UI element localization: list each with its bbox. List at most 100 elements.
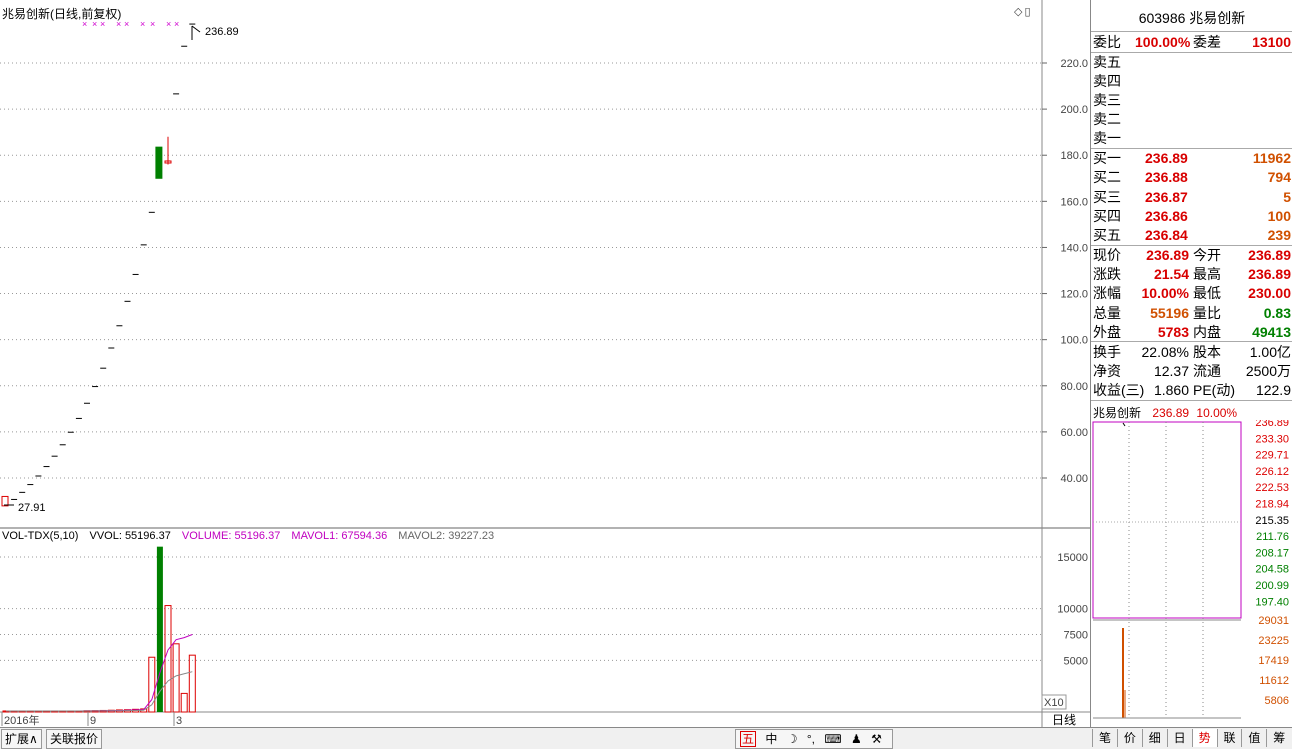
mavol2-value: MAVOL2: 39227.23 (398, 530, 495, 542)
stat-row: 涨幅 10.00% 最低 230.00 (1093, 284, 1291, 303)
mini-stock-name: 兆易创新 (1093, 406, 1142, 420)
quote-tab[interactable]: 势 (1191, 729, 1217, 747)
sell-label: 卖五 (1093, 54, 1121, 70)
stat-row: 总量 55196 量比 0.83 (1093, 304, 1291, 323)
stat-value: 55196 (1150, 304, 1189, 321)
buy-row: 买四 236.86 100 (1093, 207, 1291, 226)
tab-expand[interactable]: 扩展∧ (1, 729, 42, 749)
quote-tab[interactable]: 值 (1241, 729, 1266, 747)
stat-label: 最高 (1193, 266, 1221, 283)
kline-chart-area[interactable]: 220.0 200.0 180.0 160.0 140.0 120.0 100.0 80.00… (0, 0, 1090, 727)
stat-label: 最低 (1193, 285, 1221, 302)
punctuation-icon[interactable]: °, (807, 732, 815, 746)
mini-price-label: 215.35 (1255, 515, 1289, 527)
buy-vol: 100 (1267, 207, 1291, 224)
kline-svg[interactable]: 220.0 200.0 180.0 160.0 140.0 120.0 100.0 80.00… (0, 0, 1090, 727)
stat-value: 230.00 (1248, 285, 1291, 302)
volume-value: VOLUME: 55196.37 (181, 530, 281, 542)
ime-chinese-icon[interactable]: 中 (765, 732, 777, 746)
wrench-icon[interactable]: ⚒ (871, 732, 882, 746)
user-icon[interactable]: ♟ (851, 732, 862, 746)
volume-tick-label: 7500 (1064, 630, 1088, 642)
buy-row: 买五 236.84 239 (1093, 226, 1291, 245)
ime-five-icon[interactable]: 五 (740, 731, 757, 747)
mini-price-label: 229.71 (1255, 450, 1289, 462)
volume-bar (172, 643, 180, 713)
mini-chart-title: 兆易创新 236.89 10.00% (1093, 404, 1237, 421)
buy-price: 236.89 (1145, 150, 1188, 166)
limit-up-marker: × (140, 19, 145, 29)
price-tick-label: 40.00 (1060, 473, 1088, 485)
mini-price-label: 197.40 (1255, 596, 1289, 608)
buy-label: 买二 (1093, 169, 1121, 186)
stat-label: 外盘 (1093, 323, 1121, 340)
buy-vol: 11962 (1252, 150, 1291, 166)
moon-icon[interactable]: ☽ (787, 732, 798, 746)
stat-value: 236.89 (1248, 247, 1291, 263)
stat-label: 现价 (1093, 247, 1121, 263)
quote-tab[interactable]: 价 (1116, 729, 1142, 747)
mavol1-line (6, 634, 193, 712)
weicha-label: 委差 (1193, 34, 1221, 50)
fundamental-row: 净资 12.37 流通 2500万 (1093, 362, 1291, 381)
fundamental-label: PE(动) (1193, 382, 1235, 398)
quote-tab[interactable]: 联 (1216, 729, 1242, 747)
candle (155, 146, 163, 179)
volume-bar (164, 605, 172, 713)
stat-value: 10.00% (1141, 285, 1189, 302)
x-axis-label: 2016年 (4, 713, 39, 727)
weibi-label: 委比 (1093, 34, 1121, 50)
price-tick-label: 160.0 (1060, 196, 1088, 208)
buy-vol: 5 (1283, 188, 1291, 205)
mini-pct: 10.00% (1196, 406, 1238, 420)
fundamental-value: 1.860 (1153, 382, 1189, 398)
price-tick-label: 180.0 (1060, 150, 1088, 162)
vol-indicator-name: VOL-TDX(5,10) (2, 530, 79, 542)
limit-up-marker: × (150, 19, 155, 29)
mini-price-label: 211.76 (1256, 531, 1289, 543)
price-tick-label: 200.0 (1060, 104, 1088, 116)
price-tick-label: 100.0 (1060, 335, 1088, 347)
stat-label: 涨跌 (1093, 266, 1121, 283)
volume-tick-label: 5000 (1064, 655, 1088, 667)
mini-volume-label: 23225 (1258, 635, 1289, 647)
stat-label: 量比 (1193, 304, 1221, 321)
stat-label: 今开 (1193, 247, 1221, 263)
fundamental-label: 换手 (1093, 344, 1121, 360)
tab-related-quotes[interactable]: 关联报价 (46, 729, 103, 749)
fundamental-value: 12.37 (1153, 363, 1189, 379)
ime-toolbar[interactable]: 五 中 ☽ °, ⌨ ♟ ⚒ (735, 729, 893, 749)
bottom-toolbar: 扩展∧ 关联报价 五 中 ☽ °, ⌨ ♟ ⚒ 笔价细日势联值筹 (0, 727, 1292, 749)
quote-tab[interactable]: 笔 (1092, 729, 1117, 747)
intraday-mini-chart[interactable]: 236.89 233.30 229.71 226.12 222.53 218.94 215.… (1091, 420, 1292, 720)
fundamental-value: 122.9 (1255, 382, 1291, 398)
stat-row: 现价 236.89 今开 236.89 (1093, 246, 1291, 265)
mini-price-label: 233.30 (1255, 433, 1289, 445)
stat-value: 0.83 (1263, 304, 1291, 321)
volume-tick-label: 15000 (1057, 552, 1088, 564)
stat-value: 5783 (1157, 323, 1189, 340)
sell-row: 卖三 (1093, 91, 1291, 110)
sell-label: 卖四 (1093, 73, 1121, 89)
quote-tab[interactable]: 细 (1141, 729, 1167, 747)
sell-row: 卖二 (1093, 110, 1291, 129)
buy-price: 236.84 (1145, 227, 1188, 244)
limit-up-marker: × (174, 19, 179, 29)
high-marker (191, 25, 201, 33)
buy-row: 买一 236.89 11962 (1093, 149, 1291, 168)
vvol-value: VVOL: 55196.37 (89, 530, 171, 542)
buy-label: 买五 (1093, 227, 1121, 244)
mini-price-label: 218.94 (1255, 499, 1289, 511)
fundamental-label: 股本 (1193, 344, 1221, 360)
keyboard-icon[interactable]: ⌨ (824, 732, 841, 746)
quote-tab[interactable]: 筹 (1266, 729, 1291, 747)
chart-toggle-icon[interactable]: ◇▯ (1014, 5, 1033, 18)
mini-price: 236.89 (1152, 406, 1190, 420)
mavol2-line (6, 671, 193, 712)
fundamental-label: 收益(三) (1093, 382, 1145, 398)
stat-value: 236.89 (1146, 247, 1189, 263)
quote-tab[interactable]: 日 (1166, 729, 1192, 747)
weibi-value: 100.00% (1135, 34, 1191, 50)
stat-row: 涨跌 21.54 最高 236.89 (1093, 265, 1291, 284)
buy-vol: 239 (1267, 227, 1291, 244)
